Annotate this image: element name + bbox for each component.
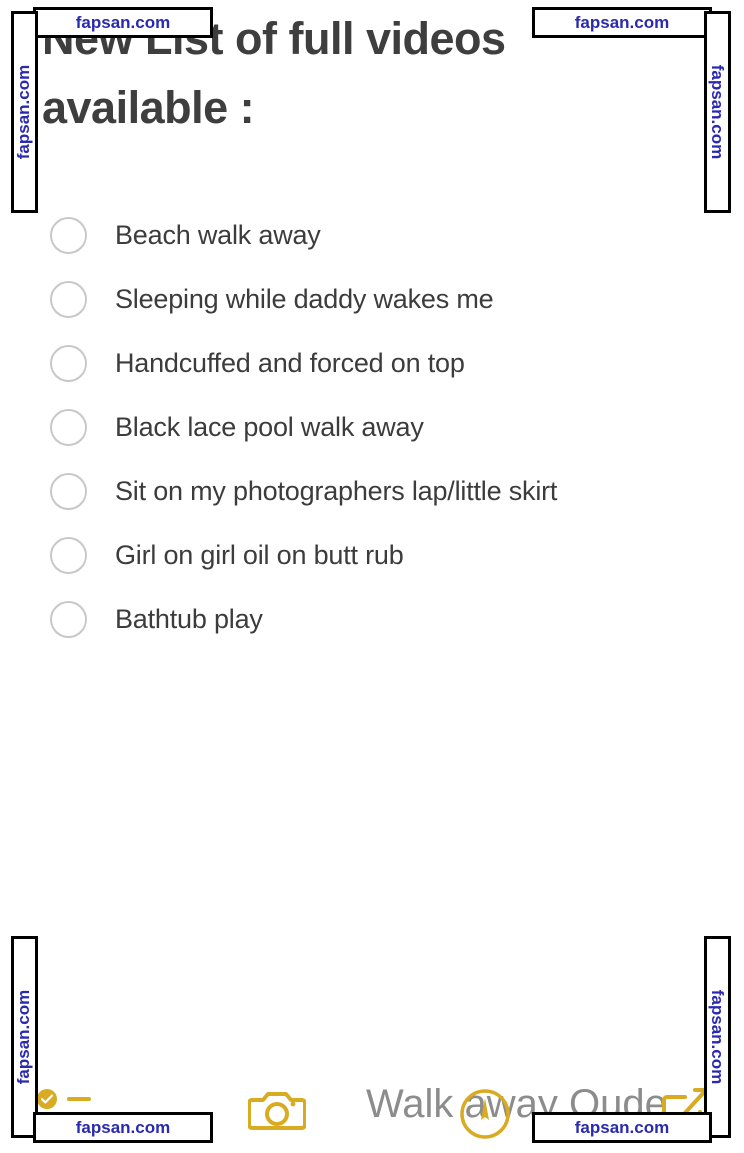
- compass-icon[interactable]: [459, 1088, 511, 1145]
- video-options-list: Beach walk away Sleeping while daddy wak…: [50, 203, 720, 651]
- list-item[interactable]: Sit on my photographers lap/little skirt: [50, 459, 720, 523]
- watermark-label: fapsan.com: [14, 64, 34, 160]
- radio-button-icon[interactable]: [50, 408, 87, 446]
- watermark-label: fapsan.com: [574, 12, 670, 32]
- camera-glyph: [247, 1092, 307, 1130]
- list-item-label: Sleeping while daddy wakes me: [115, 283, 494, 314]
- list-item[interactable]: Sleeping while daddy wakes me: [50, 267, 720, 331]
- list-item[interactable]: Beach walk away: [50, 203, 720, 267]
- list-item-label: Handcuffed and forced on top: [115, 347, 465, 378]
- watermark-top-right-horizontal: fapsan.com: [532, 7, 712, 38]
- watermark-bottom-left-vertical: fapsan.com: [11, 936, 38, 1138]
- list-item-label: Black lace pool walk away: [115, 411, 424, 442]
- radio-button-icon[interactable]: [50, 344, 87, 382]
- page-title-line-2: available :: [42, 82, 255, 133]
- radio-button-icon[interactable]: [50, 472, 87, 510]
- watermark-label: fapsan.com: [75, 12, 171, 32]
- compass-glyph: [460, 1089, 510, 1139]
- list-item-label: Beach walk away: [115, 219, 321, 250]
- watermark-label: fapsan.com: [14, 989, 34, 1085]
- check-circle-glyph: [37, 1089, 57, 1109]
- check-circle-icon[interactable]: [36, 1088, 91, 1130]
- watermark-bottom-left-horizontal: fapsan.com: [33, 1112, 213, 1143]
- watermark-label: fapsan.com: [708, 64, 728, 160]
- list-item[interactable]: Handcuffed and forced on top: [50, 331, 720, 395]
- list-item[interactable]: Black lace pool walk away: [50, 395, 720, 459]
- list-item[interactable]: Girl on girl oil on butt rub: [50, 523, 720, 587]
- radio-button-icon[interactable]: [50, 536, 87, 574]
- radio-button-icon[interactable]: [50, 600, 87, 638]
- watermark-top-left-horizontal: fapsan.com: [33, 7, 213, 38]
- page-root: New List of full videos available : Beac…: [0, 0, 744, 1153]
- dash-line-icon: [67, 1097, 91, 1101]
- watermark-label: fapsan.com: [574, 1117, 670, 1137]
- radio-button-icon[interactable]: [50, 216, 87, 254]
- list-item-label: Bathtub play: [115, 603, 263, 634]
- watermark-bottom-right-horizontal: fapsan.com: [532, 1112, 712, 1143]
- watermark-label: fapsan.com: [75, 1117, 171, 1137]
- watermark-label: fapsan.com: [708, 989, 728, 1085]
- watermark-bottom-right-vertical: fapsan.com: [704, 936, 731, 1138]
- watermark-top-right-vertical: fapsan.com: [704, 11, 731, 213]
- list-item-label: Girl on girl oil on butt rub: [115, 539, 404, 570]
- watermark-top-left-vertical: fapsan.com: [11, 11, 38, 213]
- list-item-label: Sit on my photographers lap/little skirt: [115, 475, 558, 506]
- radio-button-icon[interactable]: [50, 280, 87, 318]
- list-item[interactable]: Bathtub play: [50, 587, 720, 651]
- camera-icon[interactable]: [247, 1086, 307, 1139]
